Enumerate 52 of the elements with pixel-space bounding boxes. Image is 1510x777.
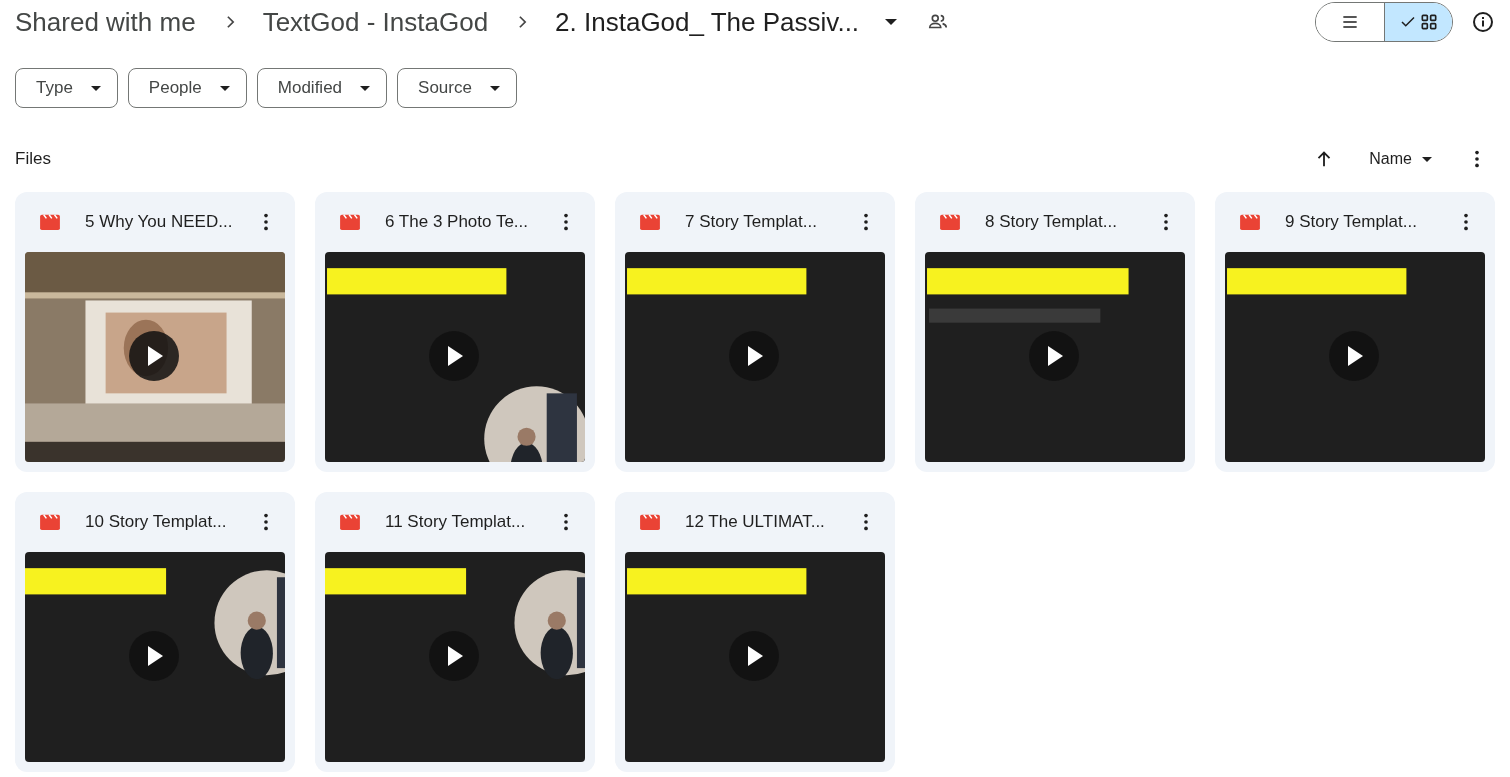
filter-chip[interactable]: People [127,68,247,108]
play-icon[interactable] [129,331,179,381]
video-file-icon [339,213,361,231]
play-icon[interactable] [729,331,779,381]
video-file-icon [639,513,661,531]
filter-chip[interactable]: Source [397,68,517,108]
breadcrumb-link[interactable]: Shared with me [15,6,196,38]
file-card[interactable]: 8 Story Templat... [915,192,1195,472]
breadcrumb-link[interactable]: TextGod - InstaGod [262,6,489,38]
dropdown-icon[interactable] [885,19,898,25]
video-file-icon [639,213,661,231]
file-card[interactable]: 11 Story Templat... [315,492,595,772]
file-card[interactable]: 9 Story Templat... [1215,192,1495,472]
grid-icon [1418,12,1439,32]
caret-icon [489,85,500,91]
info-icon[interactable] [1471,10,1495,34]
chevron-icon [225,15,235,29]
caret-icon [90,85,101,91]
file-name: 7 Story Templat... [685,212,818,232]
play-icon[interactable] [1329,331,1379,381]
play-icon[interactable] [429,631,479,681]
breadcrumb-link[interactable]: 2. InstaGod_ The Passiv... [555,6,860,38]
chevron-icon [518,15,528,29]
caret-icon [1422,156,1432,162]
play-icon[interactable] [1029,331,1079,381]
file-card[interactable]: 12 The ULTIMAT... [615,492,895,772]
file-name: 10 Story Templat... [85,512,228,532]
file-card[interactable]: 10 Story Templat... [15,492,295,772]
file-name: 6 The 3 Photo Te... [385,212,530,232]
file-name: 12 The ULTIMAT... [685,512,826,532]
video-file-icon [39,213,61,231]
caret-icon [219,85,230,91]
video-file-icon [1239,213,1261,231]
grid-view-button[interactable] [1384,3,1452,41]
file-card[interactable]: 6 The 3 Photo Te... [315,192,595,472]
file-name: 5 Why You NEED... [85,212,234,232]
filter-chip[interactable]: Modified [256,68,388,108]
video-file-icon [939,213,961,231]
video-file-icon [39,513,61,531]
sort-button[interactable]: Name [1357,150,1444,168]
play-icon[interactable] [129,631,179,681]
filter-chip[interactable]: Type [15,68,118,108]
caret-icon [360,85,371,91]
file-card[interactable]: 7 Story Templat... [615,192,895,472]
file-card[interactable]: 5 Why You NEED... [15,192,295,472]
file-name: 11 Story Templat... [385,512,527,532]
video-file-icon [339,513,361,531]
file-name: 9 Story Templat... [1285,212,1418,232]
play-icon[interactable] [729,631,779,681]
section-title: Files [15,149,51,169]
play-icon[interactable] [429,331,479,381]
file-name: 8 Story Templat... [985,212,1118,232]
